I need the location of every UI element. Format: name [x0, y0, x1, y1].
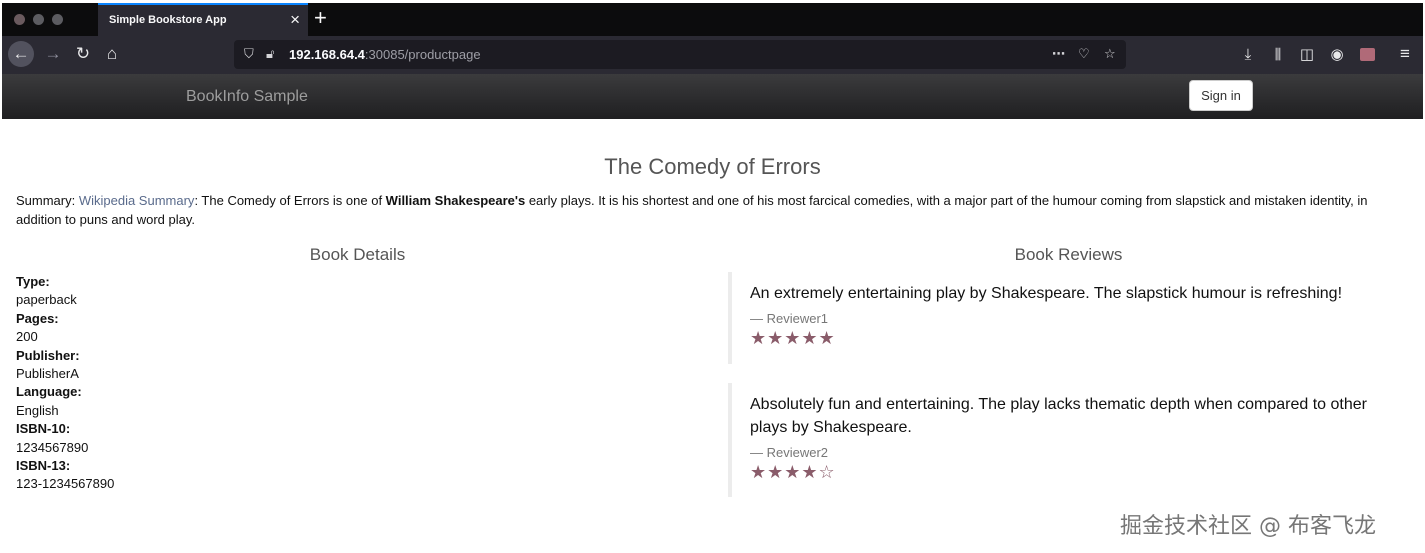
account-icon[interactable]: ◉ — [1324, 41, 1350, 67]
isbn10-label: ISBN-10: — [16, 421, 71, 437]
browser-window: Simple Bookstore App × + ← → ↻ ⌂ ⛉ 🔓︎ 19… — [2, 3, 1423, 119]
isbn10-value: 1234567890 — [16, 439, 89, 455]
language-label: Language: — [16, 384, 82, 400]
book-summary: Summary: Wikipedia Summary: The Comedy o… — [16, 193, 1368, 227]
library-icon[interactable]: ⫼ — [1265, 41, 1291, 67]
reviewer-name: — Reviewer2 — [750, 445, 829, 460]
app-brand[interactable]: BookInfo Sample — [186, 88, 308, 106]
star-rating-icon: ★★★★☆ — [750, 462, 836, 482]
close-tab-icon[interactable]: × — [290, 11, 300, 28]
type-value: paperback — [16, 292, 77, 308]
new-tab-icon[interactable]: + — [314, 7, 327, 29]
isbn13-value: 123-1234567890 — [16, 476, 115, 492]
pages-label: Pages: — [16, 310, 59, 326]
insecure-lock-icon[interactable]: 🔓︎ — [266, 46, 274, 62]
type-label: Type: — [16, 274, 50, 289]
watermark: 掘金技术社区 @ 布客飞龙 — [1120, 514, 1376, 539]
pages-value: 200 — [16, 329, 38, 345]
maximize-window-button[interactable] — [52, 14, 63, 25]
url-text: 192.168.64.4:30085/productpage — [289, 47, 481, 62]
close-window-button[interactable] — [14, 14, 25, 25]
book-details-list: Type: paperback Pages: 200 Publisher: Pu… — [16, 273, 114, 494]
tab-strip: Simple Bookstore App × + — [2, 3, 1423, 36]
publisher-value: PublisherA — [16, 366, 79, 382]
browser-toolbar: ← → ↻ ⌂ ⛉ 🔓︎ 192.168.64.4:30085/productp… — [2, 36, 1423, 74]
menu-icon[interactable]: ≡ — [1392, 41, 1418, 67]
extension-icon[interactable] — [1354, 41, 1380, 67]
language-value: English — [16, 402, 59, 418]
downloads-icon[interactable]: ⤓ — [1235, 41, 1261, 67]
review-card: Absolutely fun and entertaining. The pla… — [728, 383, 1388, 497]
reload-icon[interactable]: ↻ — [70, 41, 96, 67]
tab-title: Simple Bookstore App — [109, 14, 227, 26]
pocket-icon[interactable]: ♡ — [1078, 46, 1090, 62]
wikipedia-summary-link[interactable]: Wikipedia Summary — [79, 193, 195, 208]
forward-arrow-icon[interactable]: → — [40, 41, 66, 67]
shield-icon[interactable]: ⛉ — [244, 46, 254, 62]
sidebar-icon[interactable]: ◫ — [1294, 41, 1320, 67]
address-bar[interactable]: ⛉ 🔓︎ 192.168.64.4:30085/productpage ⋯ ♡ … — [234, 40, 1126, 69]
review-card: An extremely entertaining play by Shakes… — [728, 272, 1388, 364]
star-rating-icon: ★★★★★ — [750, 328, 836, 348]
reviewer-name: — Reviewer1 — [750, 311, 829, 326]
book-reviews-heading: Book Reviews — [1014, 245, 1123, 264]
page-actions-icon[interactable]: ⋯ — [1052, 46, 1065, 62]
sign-in-button[interactable]: Sign in — [1189, 80, 1253, 111]
page-title: The Comedy of Errors — [604, 154, 821, 179]
home-icon[interactable]: ⌂ — [99, 41, 125, 67]
back-arrow-icon[interactable]: ← — [8, 41, 34, 67]
publisher-label: Publisher: — [16, 347, 80, 363]
book-details-heading: Book Details — [309, 245, 406, 264]
bookmark-star-icon[interactable]: ☆ — [1104, 46, 1116, 62]
browser-tab[interactable]: Simple Bookstore App × — [98, 3, 308, 36]
app-navbar: BookInfo Sample Sign in — [2, 74, 1423, 119]
isbn13-label: ISBN-13: — [16, 458, 71, 474]
review-text: An extremely entertaining play by Shakes… — [750, 285, 1343, 302]
review-text: Absolutely fun and entertaining. The pla… — [750, 396, 1367, 436]
minimize-window-button[interactable] — [33, 14, 44, 25]
